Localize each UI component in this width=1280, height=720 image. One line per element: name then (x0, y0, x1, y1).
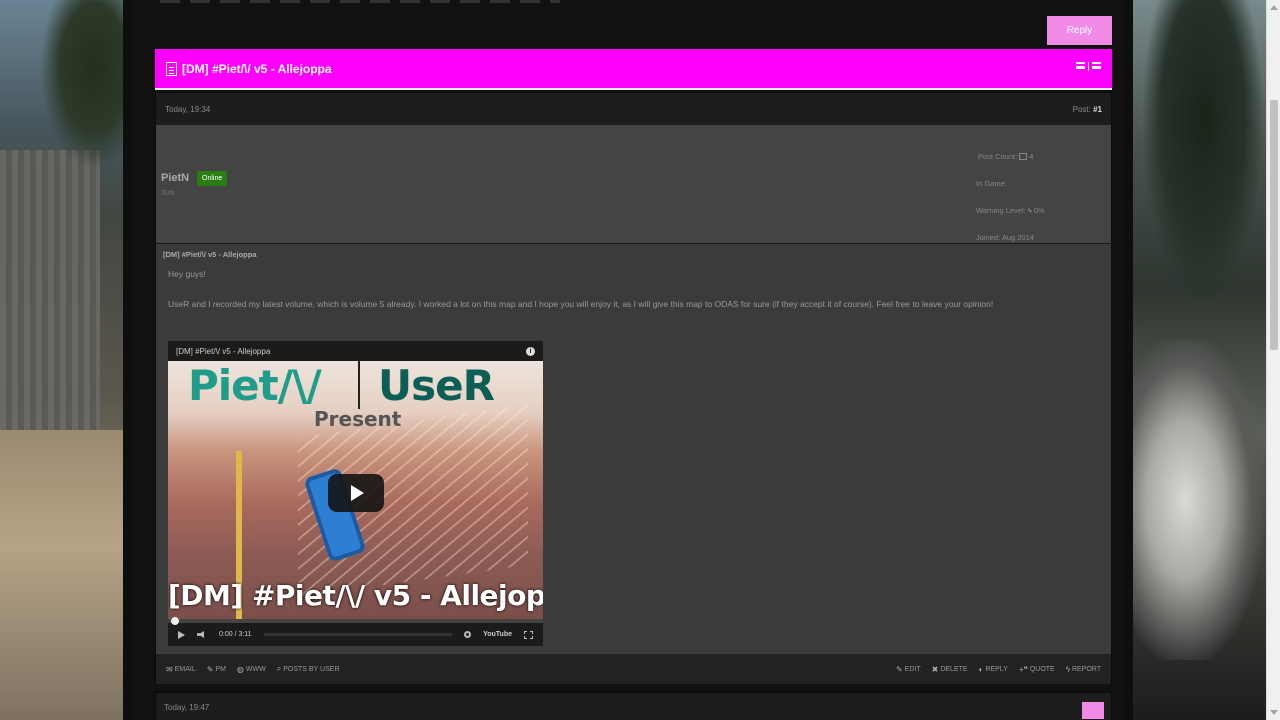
post-footer-post-actions: ✎ EDIT ✖ DELETE ◐ REPLY +❝ QUOTE ϟ REPORT (896, 665, 1101, 674)
background-ground (0, 430, 135, 720)
globe-icon: ◍ (236, 664, 244, 674)
delete-link[interactable]: ✖ DELETE (932, 665, 968, 674)
edit-link[interactable]: ✎ EDIT (896, 665, 921, 674)
next-post-container: Today, 19:47 (155, 692, 1112, 720)
report-link[interactable]: ϟ REPORT (1066, 665, 1101, 674)
email-link[interactable]: ✉ EMAIL (166, 665, 196, 674)
reply-button[interactable]: Reply (1047, 16, 1112, 45)
online-status-badge: Online (197, 171, 228, 186)
background-left-scenery (0, 0, 135, 720)
video-time: 0:00 / 3:11 (219, 631, 252, 638)
report-icon: ϟ (1065, 664, 1070, 674)
post-count-label: Post Count: (978, 152, 1018, 161)
post-meta-bar: Today, 19:34 Post: #1 (156, 93, 1111, 125)
threaded-view-icon[interactable] (1092, 62, 1101, 69)
thumbnail-present-text: Present (314, 407, 402, 431)
reply-icon: ◐ (978, 664, 984, 674)
search-icon: ⌕ (276, 664, 282, 673)
warning-level-label: Warning Level: (976, 206, 1026, 215)
video-title[interactable]: [DM] #Piet/\/ v5 - Allejoppa (176, 347, 270, 356)
play-icon[interactable] (178, 630, 185, 639)
document-icon (166, 61, 177, 76)
post-date: Today, 19:34 (165, 104, 211, 114)
cropped-text-strip (160, 0, 560, 3)
reply-link[interactable]: ◐ REPLY (979, 665, 1008, 674)
post-greeting: Hey guys! (168, 269, 206, 279)
scrollbar-thumb[interactable] (1270, 100, 1278, 350)
fullscreen-icon[interactable] (524, 630, 533, 639)
volume-icon[interactable] (197, 631, 204, 638)
quote-icon: +❝ (1018, 664, 1028, 674)
video-duration: 3:11 (238, 631, 252, 638)
background-tree-right (1143, 0, 1263, 300)
background-car (1133, 340, 1263, 660)
delete-icon: ✖ (931, 664, 939, 674)
thread-title: [DM] #Piet/\/ v5 - Allejoppa (182, 61, 332, 76)
joined-date: Joined: Aug 2014 (976, 233, 1034, 242)
list-view-icon[interactable] (1076, 62, 1085, 69)
pm-icon: ✎ (206, 664, 214, 674)
in-game-row: In Game: (976, 170, 1045, 197)
post-footer-user-actions: ✉ EMAIL ✎ PM ◍ WWW ⌕ POSTS BY USER (166, 664, 340, 674)
pencil-icon (1019, 153, 1028, 160)
view-mode-toggle (1076, 62, 1101, 71)
thumbnail-logo-user: UseR (378, 361, 495, 410)
thumbnail-caption: [DM] #Piet/\/ v5 - Allejoppa (168, 579, 543, 612)
user-rank: Turk (161, 190, 175, 197)
thread-header: [DM] #Piet/\/ v5 - Allejoppa (155, 49, 1112, 90)
quote-link[interactable]: +❝ QUOTE (1019, 665, 1055, 674)
thumbnail-logo-piet: Piet/\/ (188, 361, 322, 410)
pm-link[interactable]: ✎ PM (207, 665, 226, 674)
post-container: Today, 19:34 Post: #1 PietN Online Turk … (155, 92, 1112, 684)
envelope-icon: ✉ (166, 664, 173, 674)
www-link[interactable]: ◍ WWW (237, 665, 266, 674)
post-number[interactable]: Post: #1 (1073, 105, 1102, 114)
next-post-menu-button[interactable] (1082, 702, 1104, 719)
scroll-up-arrow-icon[interactable] (1270, 5, 1278, 10)
view-separator (1088, 62, 1089, 71)
background-shed (0, 150, 100, 430)
video-current-time: 0:00 (219, 631, 233, 638)
user-info-panel: PietN Online Turk Post Count: 4 In Game:… (156, 125, 1111, 244)
post-body: [DM] #Piet/\/ v5 - Allejoppa Hey guys! U… (156, 244, 1111, 654)
user-stats: Post Count: 4 In Game: Warning Level: ϟ … (976, 143, 1045, 251)
info-icon[interactable]: i (526, 346, 535, 356)
video-controls: 0:00 / 3:11 YouTube (168, 623, 543, 646)
warning-level-row: Warning Level: ϟ 0% (976, 197, 1045, 224)
video-progress-bar[interactable] (168, 617, 543, 625)
post-footer: ✉ EMAIL ✎ PM ◍ WWW ⌕ POSTS BY USER ✎ EDIT ✖ DE… (156, 654, 1111, 684)
video-thumbnail[interactable]: Piet/\/ UseR Present [DM] #Piet/\/ v5 - … (168, 361, 543, 621)
scroll-down-arrow-icon[interactable] (1270, 710, 1278, 715)
post-count-row: Post Count: 4 (978, 143, 1045, 170)
in-game-label: In Game: (976, 179, 1007, 188)
play-button[interactable] (328, 474, 384, 512)
thumbnail-logo-divider (358, 361, 360, 409)
controls-spacer (263, 633, 453, 636)
page-scrollbar[interactable] (1266, 0, 1280, 720)
progress-handle[interactable] (171, 617, 179, 625)
settings-gear-icon[interactable] (464, 631, 472, 638)
next-post-date: Today, 19:47 (164, 703, 210, 712)
post-count-value: 4 (1029, 152, 1034, 161)
post-message: UseR and I recorded my latest volume, wh… (168, 299, 994, 309)
background-right-scenery (1133, 0, 1280, 720)
post-number-value[interactable]: #1 (1093, 105, 1102, 114)
edit-icon: ✎ (895, 664, 903, 674)
bolt-icon: ϟ (1027, 206, 1032, 215)
posts-by-user-link[interactable]: ⌕ POSTS BY USER (277, 664, 340, 674)
post-number-label: Post: (1072, 104, 1091, 114)
post-body-title: [DM] #Piet/\/ v5 - Allejoppa (163, 250, 257, 259)
youtube-logo-icon[interactable]: YouTube (483, 631, 512, 638)
warning-level-value: 0% (1033, 206, 1045, 215)
video-title-bar: [DM] #Piet/\/ v5 - Allejoppa i (168, 341, 543, 361)
background-tree (40, 0, 130, 170)
embedded-youtube-video[interactable]: [DM] #Piet/\/ v5 - Allejoppa i Piet/\/ U… (168, 341, 543, 646)
username[interactable]: PietN (161, 172, 189, 184)
